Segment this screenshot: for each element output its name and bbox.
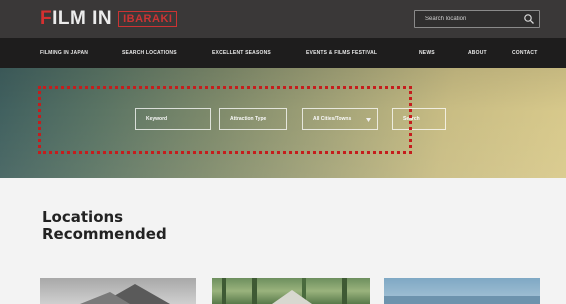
nav-item-events-films-festival[interactable]: EVENTS & FILMS FESTIVAL [306,38,377,68]
nav-item-contact[interactable]: CONTACT [512,38,537,68]
nav-item-search-locations[interactable]: SEARCH LOCATIONS [122,38,177,68]
search-input[interactable] [415,16,523,22]
main-content: Locations Recommended [0,178,566,304]
top-header: FILM IN IBARAKI [0,0,566,38]
location-photo-1 [80,284,170,304]
highlight-box [38,86,412,154]
nav-item-about[interactable]: ABOUT [468,38,487,68]
site-logo[interactable]: FILM IN IBARAKI [40,8,178,30]
location-photo-2 [222,278,347,304]
nav-item-filming-in-japan[interactable]: FILMING IN JAPAN [40,38,88,68]
search-box [414,10,540,28]
section-title-line1: Locations [42,208,124,226]
section-title-line2: Recommended [42,225,167,243]
location-photo-3 [384,296,540,304]
nav-item-excellent-seasons[interactable]: EXCELLENT SEASONS [212,38,271,68]
location-card-3[interactable] [384,278,540,304]
logo-text: FILM IN [40,8,113,29]
section-title: Locations Recommended [42,209,202,243]
logo-badge: IBARAKI [118,11,178,27]
location-card-2[interactable] [212,278,370,304]
location-card-1[interactable] [40,278,196,304]
search-icon[interactable] [523,13,535,25]
nav-item-news[interactable]: NEWS [419,38,435,68]
main-nav: FILMING IN JAPAN SEARCH LOCATIONS EXCELL… [0,38,566,68]
